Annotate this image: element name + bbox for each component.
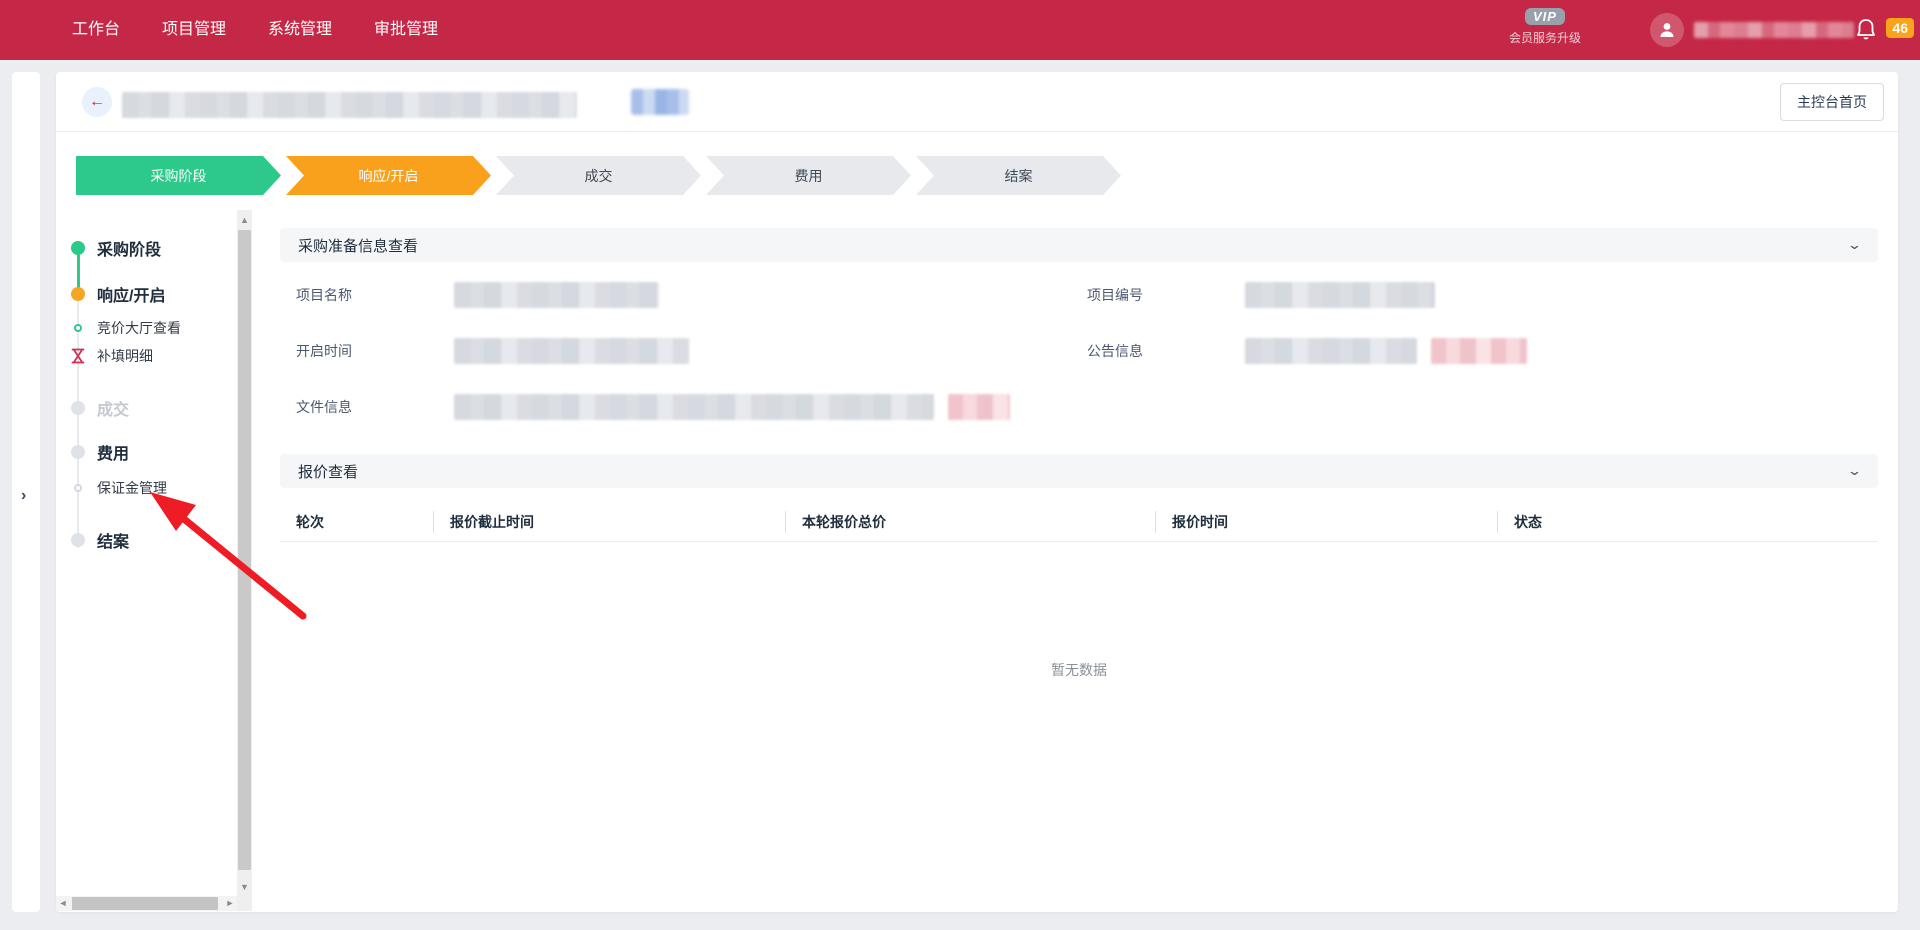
notification-badge: 46 (1886, 18, 1914, 38)
main-content: 采购准备信息查看 ⌄ 项目名称 项目编号 开启时间 公告信息 (252, 210, 1898, 911)
field-label: 公告信息 (1087, 341, 1245, 361)
sidebar-item-deposit-management[interactable]: 保证金管理 (56, 478, 167, 498)
quote-section-title: 报价查看 (298, 461, 358, 482)
table-column-status: 状态 (1498, 502, 1878, 541)
horizontal-scrollbar-thumb[interactable] (72, 897, 218, 910)
user-avatar[interactable] (1650, 13, 1684, 47)
main-card: ← 主控台首页 采购阶段 响应/开启 成交 费用 结案 采购阶段 响应/开 (56, 72, 1898, 912)
timeline-dot-pending (71, 445, 85, 459)
redacted-value (1245, 282, 1435, 308)
timeline-dot-pending (71, 533, 85, 547)
nav-item-system-management[interactable]: 系统管理 (268, 0, 332, 60)
title-badge-redacted (631, 89, 689, 115)
sidebar-collapse-handle[interactable]: › (12, 72, 40, 912)
top-navbar: 工作台 项目管理 系统管理 审批管理 VIP 会员服务升级 46 (0, 0, 1920, 60)
timeline-ring-pending (74, 484, 82, 492)
field-announcement-info: 公告信息 (1087, 338, 1878, 364)
sidebar-item-response-open[interactable]: 响应/开启 (56, 282, 165, 306)
nav-item-project-management[interactable]: 项目管理 (162, 0, 226, 60)
scroll-left-icon[interactable]: ◄ (56, 896, 70, 911)
step-response-open[interactable]: 响应/开启 (286, 156, 491, 195)
sidebar-timeline: 采购阶段 响应/开启 竞价大厅查看 补填明细 (56, 210, 252, 911)
person-icon (1657, 20, 1677, 40)
table-column-quote-time: 报价时间 (1156, 502, 1498, 541)
scroll-down-icon[interactable]: ▼ (237, 879, 252, 895)
quote-section-header[interactable]: 报价查看 ⌄ (280, 454, 1878, 488)
sidebar-item-label: 成交 (97, 396, 129, 420)
sidebar-item-label: 响应/开启 (97, 282, 165, 306)
hourglass-icon (71, 348, 85, 364)
username-redacted[interactable] (1694, 22, 1854, 38)
redacted-value (454, 338, 689, 364)
nav-item-workbench[interactable]: 工作台 (72, 0, 120, 60)
redacted-value (1245, 338, 1417, 364)
table-column-round: 轮次 (280, 502, 434, 541)
sidebar-horizontal-scrollbar[interactable]: ◄ ► (56, 896, 237, 911)
field-label: 项目名称 (296, 285, 454, 305)
sidebar-vertical-scrollbar[interactable]: ▲ ▼ (237, 210, 252, 911)
sidebar-item-procurement-stage[interactable]: 采购阶段 (56, 236, 161, 260)
prep-section-header[interactable]: 采购准备信息查看 ⌄ (280, 228, 1878, 262)
step-deal[interactable]: 成交 (496, 156, 701, 195)
timeline-ring-done (74, 324, 82, 332)
field-project-name: 项目名称 (296, 282, 1087, 308)
notification-bell-icon[interactable] (1854, 17, 1878, 43)
sidebar-item-deal[interactable]: 成交 (56, 396, 129, 420)
step-progress-bar: 采购阶段 响应/开启 成交 费用 结案 (76, 156, 1121, 195)
nav-menu: 工作台 项目管理 系统管理 审批管理 (72, 0, 438, 60)
quote-table-header: 轮次 报价截止时间 本轮报价总价 报价时间 状态 (280, 502, 1878, 542)
vip-upgrade-label: 会员服务升级 (1490, 29, 1600, 46)
redacted-link[interactable] (1431, 338, 1527, 364)
sidebar-item-label: 保证金管理 (97, 478, 167, 498)
chevron-right-icon: › (21, 487, 26, 505)
console-home-button[interactable]: 主控台首页 (1780, 83, 1884, 121)
field-label: 文件信息 (296, 397, 454, 417)
table-column-round-total-price: 本轮报价总价 (786, 502, 1156, 541)
timeline-dot-active (71, 287, 85, 301)
empty-state-text: 暂无数据 (280, 660, 1878, 680)
sidebar-item-fees[interactable]: 费用 (56, 440, 129, 464)
vip-icon: VIP (1525, 8, 1565, 25)
field-file-info: 文件信息 (296, 394, 1087, 420)
vertical-scrollbar-thumb[interactable] (238, 230, 251, 870)
page-title-redacted (122, 92, 577, 118)
sidebar-item-label: 采购阶段 (97, 236, 161, 260)
field-label: 项目编号 (1087, 285, 1245, 305)
prep-fields: 项目名称 项目编号 开启时间 公告信息 文件信息 (280, 262, 1878, 428)
vip-upgrade[interactable]: VIP 会员服务升级 (1490, 8, 1600, 46)
chevron-down-icon[interactable]: ⌄ (1847, 237, 1862, 253)
sidebar-item-label: 费用 (97, 440, 129, 464)
step-procurement-stage[interactable]: 采购阶段 (76, 156, 281, 195)
sidebar-item-bidding-hall-view[interactable]: 竞价大厅查看 (56, 318, 181, 338)
card-body: 采购阶段 响应/开启 竞价大厅查看 补填明细 (56, 210, 1898, 911)
sidebar-item-closing[interactable]: 结案 (56, 528, 129, 552)
sidebar-item-label: 竞价大厅查看 (97, 318, 181, 338)
redacted-link[interactable] (948, 394, 1010, 420)
step-fees[interactable]: 费用 (706, 156, 911, 195)
back-button[interactable]: ← (82, 87, 112, 117)
scroll-up-icon[interactable]: ▲ (237, 212, 252, 228)
field-project-number: 项目编号 (1087, 282, 1878, 308)
sidebar-item-label: 补填明细 (97, 346, 153, 366)
scroll-right-icon[interactable]: ► (223, 896, 237, 911)
nav-item-approval-management[interactable]: 审批管理 (374, 0, 438, 60)
sidebar-item-label: 结案 (97, 528, 129, 552)
back-arrow-icon: ← (89, 93, 105, 111)
redacted-value (454, 394, 934, 420)
sidebar: 采购阶段 响应/开启 竞价大厅查看 补填明细 (56, 210, 252, 911)
step-closing[interactable]: 结案 (916, 156, 1121, 195)
field-open-time: 开启时间 (296, 338, 1087, 364)
page-header: ← 主控台首页 (56, 72, 1898, 132)
timeline-dot-pending (71, 401, 85, 415)
chevron-down-icon[interactable]: ⌄ (1847, 463, 1862, 479)
redacted-value (454, 282, 659, 308)
field-label: 开启时间 (296, 341, 454, 361)
timeline-dot-done (71, 241, 85, 255)
prep-section-title: 采购准备信息查看 (298, 235, 418, 256)
table-column-quote-deadline: 报价截止时间 (434, 502, 786, 541)
sidebar-item-fill-details[interactable]: 补填明细 (56, 346, 153, 366)
